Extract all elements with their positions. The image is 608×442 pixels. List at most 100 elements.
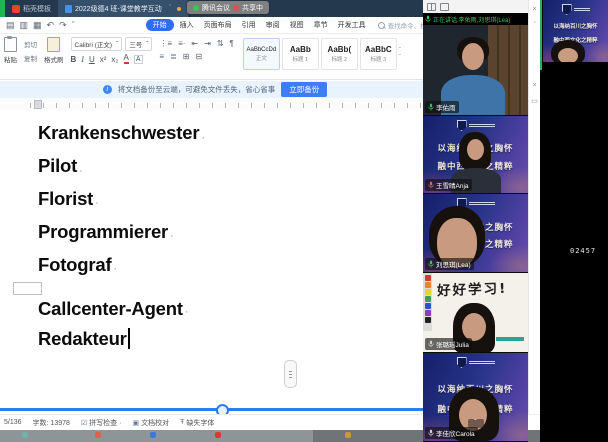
spell-check-toggle[interactable]: ☑ 拼写检查 ·: [81, 418, 122, 428]
font-size-select[interactable]: 三号 ˇ: [125, 37, 152, 51]
numbering-icon[interactable]: ≡·: [178, 39, 185, 48]
mic-icon: [428, 260, 434, 268]
gallery-down-icon[interactable]: ˇ: [399, 55, 401, 61]
doc-proof-toggle[interactable]: ▣ 文档校对: [132, 418, 169, 428]
university-emblem: [457, 120, 495, 131]
style-gallery: AaBbCcDd 正文 AaBb 标题 1 AaBb( 标题 2 AaBbC 标…: [243, 37, 401, 70]
indent-right-icon[interactable]: ⇥: [204, 39, 211, 48]
ribbon-tab-view[interactable]: 视图: [286, 19, 308, 31]
paragraph-mark: ·: [170, 230, 173, 248]
participant-name-label: 刘思琪(Lea): [425, 258, 474, 270]
style-normal[interactable]: AaBbCcDd 正文: [243, 38, 280, 70]
paragraph-mark: ·: [185, 306, 188, 324]
subscript-button[interactable]: x₂: [111, 55, 118, 64]
character-border-button[interactable]: A: [134, 55, 143, 64]
copy-button[interactable]: 复制: [24, 53, 37, 63]
borders-icon[interactable]: ⊟: [195, 52, 202, 61]
university-emblem: [457, 357, 495, 368]
taskbar-app-icon[interactable]: [150, 432, 156, 438]
participant-name-label: 王雪晴Anja: [425, 179, 472, 191]
taskbar-app-icon[interactable]: [215, 432, 221, 438]
ribbon-tab-references[interactable]: 引用: [238, 19, 260, 31]
recording-timer: 02457: [570, 247, 596, 255]
ribbon-tab-insert[interactable]: 插入: [176, 19, 198, 31]
paragraph-mark: ·: [95, 197, 98, 215]
paste-button[interactable]: 粘贴: [4, 37, 17, 64]
marker-tray: [496, 337, 524, 341]
style-heading2[interactable]: AaBb( 标题 2: [321, 38, 358, 70]
taskbar-app-icon[interactable]: [95, 432, 101, 438]
tab-label: 稻壳模板: [23, 4, 51, 14]
shading-icon[interactable]: ⊞: [183, 52, 190, 61]
bold-button[interactable]: B: [71, 55, 77, 64]
paragraph-mark: ·: [113, 263, 116, 281]
checkbox-icon: ☑: [81, 419, 87, 427]
font-color-button[interactable]: A: [124, 54, 129, 64]
save-icon[interactable]: ▤: [6, 20, 15, 31]
ribbon-tab-section[interactable]: 章节: [310, 19, 332, 31]
ribbon-tab-home[interactable]: 开始: [146, 19, 174, 31]
ribbon-tab-dev-tools[interactable]: 开发工具: [334, 19, 370, 31]
tab-docer-templates[interactable]: 稻壳模板: [5, 0, 58, 17]
ribbon-tabs: 开始 插入 页面布局 引用 审阅 视图 章节 开发工具: [146, 19, 370, 31]
participant-video[interactable]: 以海纳百川之胸怀 融中西文化之精粹 王雪晴Anja: [423, 116, 528, 193]
close-icon[interactable]: ×: [532, 3, 536, 19]
panel-header: [423, 0, 528, 13]
meeting-video-panel: 正在讲话:李佑雨,刘思琪(Lea) 李佑雨 以海纳百川之胸怀 融中西文化之精粹: [423, 0, 528, 442]
mic-icon: [428, 103, 434, 111]
search-icon: [378, 22, 385, 29]
empty-paragraph-marker: [13, 282, 42, 295]
participant-video[interactable]: 李佑雨: [423, 25, 528, 115]
expand-icon[interactable]: [440, 3, 449, 11]
more-icon[interactable]: ˇ: [72, 20, 75, 30]
mic-icon: [425, 15, 431, 23]
proof-icon: ▣: [132, 419, 139, 427]
align-left-icon[interactable]: ≡: [159, 52, 164, 61]
layout-grid-icon[interactable]: [427, 3, 436, 11]
backup-now-button[interactable]: 立即备份: [281, 82, 327, 97]
gallery-up-icon[interactable]: ˆ: [399, 48, 401, 54]
meeting-shield-icon: [193, 5, 199, 11]
bullets-icon[interactable]: ⋮≡: [159, 39, 172, 48]
participant-name-label: 张璐瑶Julia: [425, 338, 472, 350]
justify-icon[interactable]: ≣: [170, 52, 177, 61]
ribbon-tab-review[interactable]: 审阅: [262, 19, 284, 31]
participant-video[interactable]: 好好学习! 张璐瑶Julia: [423, 273, 528, 352]
word-count[interactable]: 字数: 13978: [33, 418, 70, 428]
taskbar-app-icon[interactable]: [345, 432, 351, 438]
mic-muted-icon: [428, 181, 434, 189]
format-painter-button[interactable]: 格式刷: [44, 37, 64, 64]
shield-icon: [562, 4, 572, 15]
close-icon[interactable]: ×: [532, 79, 536, 95]
wps-side-panel-strip: × ˆ × ▭: [528, 0, 540, 414]
paragraph-group: ⋮≡ ≡· ⇤ ⇥ ⇅ ¶ ≡ ≣ ⊞ ⊟: [159, 37, 233, 61]
superscript-button[interactable]: x²: [100, 55, 107, 64]
indent-left-icon[interactable]: ⇤: [191, 39, 198, 48]
print-icon[interactable]: ▥: [20, 20, 29, 31]
dropdown-icon: ˇ: [146, 41, 148, 48]
taskbar-app-icon[interactable]: [22, 432, 28, 438]
export-icon[interactable]: ▦: [33, 20, 42, 31]
participant-video[interactable]: 以海纳百川之胸怀 融中西文化之精粹 刘思琪(Lea): [423, 194, 528, 272]
undo-icon[interactable]: ↶: [47, 20, 55, 31]
shield-icon: [457, 357, 467, 368]
line-spacing-icon[interactable]: ⇅: [217, 39, 224, 48]
underline-button[interactable]: U: [89, 55, 95, 64]
style-heading1[interactable]: AaBb 标题 1: [282, 38, 319, 70]
ribbon-tab-page-layout[interactable]: 页面布局: [200, 19, 236, 31]
cut-button[interactable]: 剪切: [24, 39, 37, 49]
font-name-select[interactable]: Calibri (正文) ˇ: [71, 37, 123, 51]
pilcrow-icon[interactable]: ¶: [230, 39, 234, 48]
banner-text: 以海纳百川之胸怀: [543, 22, 608, 30]
style-heading3[interactable]: AaBbC 标题 3: [360, 38, 397, 70]
floating-self-video[interactable]: 以海纳百川之胸怀 融中西文化之精粹: [543, 0, 608, 62]
collapse-up-icon[interactable]: ˆ: [533, 19, 535, 35]
redo-icon[interactable]: ↷: [59, 20, 67, 31]
missing-font-indicator[interactable]: Ŧ 缺失字体: [180, 418, 214, 428]
panel-box-icon[interactable]: ▭: [531, 95, 538, 111]
whiteboard-text: 好好学习!: [437, 277, 508, 299]
participant-video[interactable]: 以海纳百川之胸怀 融中西文化之精粹 ˇ 李佳欣Carola: [423, 353, 528, 441]
italic-button[interactable]: I: [81, 55, 84, 64]
tab-current-document[interactable]: 2022级德4 班-课堂教学互动 ˇ: [58, 0, 188, 17]
meeting-share-pill[interactable]: 腾讯会议 共享中: [187, 1, 269, 14]
